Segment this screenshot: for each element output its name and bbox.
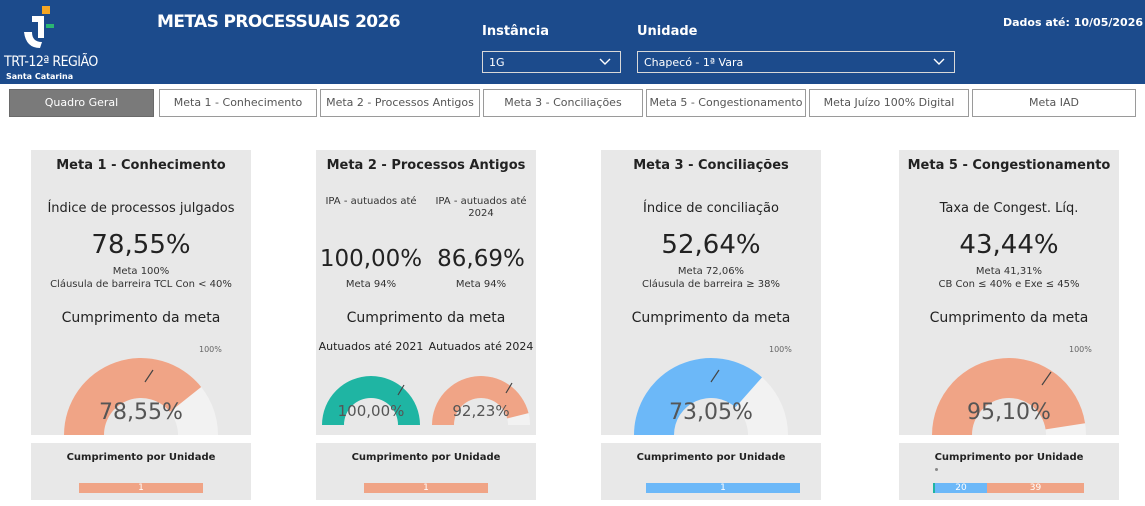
page-title: METAS PROCESSUAIS 2026: [157, 12, 401, 32]
card-meta-3: Meta 3 - Conciliações Índice de concilia…: [601, 150, 821, 435]
unit-bar-b[interactable]: 39: [987, 483, 1084, 493]
unit-dot: [935, 468, 938, 471]
kpi-clausula: Cláusula de barreira ≥ 38%: [642, 279, 780, 290]
kpi-value-right: 86,69%: [437, 246, 525, 272]
kpi-clausula: CB Con ≤ 40% e Exe ≤ 45%: [938, 279, 1080, 290]
card-title: Meta 3 - Conciliações: [633, 158, 789, 173]
kpi-meta-right: Meta 94%: [455, 279, 507, 290]
cumprimento-label: Cumprimento da meta: [631, 310, 791, 326]
ipa-left-label: IPA - autuados até: [325, 196, 417, 207]
gauge-right-label: Autuados até 2024: [428, 340, 534, 353]
kpi-value: 78,55%: [91, 230, 191, 260]
chevron-down-icon: [933, 58, 945, 65]
gauge-chart-right: [432, 376, 530, 425]
gauge-value-right: 92,23%: [452, 402, 510, 420]
logo-text: TRT-12ª REGIÃO: [4, 54, 98, 70]
ipa-right-label-line1: IPA - autuados até: [435, 196, 527, 207]
kpi-value: 43,44%: [959, 230, 1059, 260]
ipa-right-label-line2: 2024: [468, 208, 494, 219]
gauge-left-label: Autuados até 2021: [318, 340, 424, 353]
kpi-meta-left: Meta 94%: [345, 279, 397, 290]
kpi-value-left: 100,00%: [319, 246, 423, 272]
kpi-meta: Meta 100%: [112, 266, 170, 277]
unit-card-meta-3: Cumprimento por Unidade 1: [601, 443, 821, 500]
ipa-right-label: IPA - autuados até 2024: [426, 196, 536, 220]
instancia-value: 1G: [489, 56, 505, 69]
card-subtitle: Taxa de Congest. Líq.: [939, 201, 1079, 216]
cumprimento-label: Cumprimento da meta: [346, 310, 506, 326]
card-subtitle: Índice de conciliação: [643, 201, 779, 216]
gauge-chart-left: [322, 376, 420, 425]
card-meta-2: Meta 2 - Processos Antigos IPA - autuado…: [316, 150, 536, 435]
kpi-clausula: Cláusula de barreira TCL Con < 40%: [50, 279, 232, 290]
gauge-value: 95,10%: [967, 400, 1051, 425]
tab-meta-5[interactable]: Meta 5 - Congestionamento: [646, 89, 806, 117]
gauge-value: 78,55%: [99, 400, 183, 425]
trt-logo: TRT-12ª REGIÃO Santa Catarina: [2, 4, 132, 81]
unit-card-title: Cumprimento por Unidade: [934, 452, 1084, 463]
unit-bar-a[interactable]: 20: [935, 483, 987, 493]
tab-quadro-geral[interactable]: Quadro Geral: [9, 89, 154, 117]
tab-meta-juizo-digital[interactable]: Meta Juízo 100% Digital: [809, 89, 969, 117]
unidade-value: Chapecó - 1ª Vara: [644, 56, 744, 69]
unit-bar[interactable]: 1: [646, 483, 800, 493]
kpi-meta: Meta 41,31%: [975, 266, 1043, 277]
tab-meta-3[interactable]: Meta 3 - Conciliações: [483, 89, 643, 117]
tab-meta-iad[interactable]: Meta IAD: [972, 89, 1136, 117]
unit-card-meta-1: Cumprimento por Unidade 1: [31, 443, 251, 500]
gauge-target-label: 100%: [1069, 345, 1092, 354]
unit-card-title: Cumprimento por Unidade: [351, 452, 501, 463]
unit-card-title: Cumprimento por Unidade: [636, 452, 786, 463]
unidade-select[interactable]: Chapecó - 1ª Vara: [637, 51, 955, 73]
card-subtitle: Índice de processos julgados: [47, 201, 235, 216]
cumprimento-label: Cumprimento da meta: [61, 310, 221, 326]
kpi-meta: Meta 72,06%: [677, 266, 745, 277]
chevron-down-icon: [599, 58, 611, 65]
header-bar: TRT-12ª REGIÃO Santa Catarina METAS PROC…: [0, 0, 1145, 84]
data-ate: Dados até: 10/05/2026: [1003, 16, 1143, 29]
trt-logo-icon: [24, 6, 54, 48]
card-meta-1: Meta 1 - Conhecimento Índice de processo…: [31, 150, 251, 435]
gauge-target-label: 100%: [199, 345, 222, 354]
card-title: Meta 1 - Conhecimento: [56, 158, 226, 173]
instancia-select[interactable]: 1G: [482, 51, 621, 73]
unit-bar[interactable]: 1: [364, 483, 488, 493]
logo-subtitle: Santa Catarina: [6, 72, 74, 81]
unit-card-title: Cumprimento por Unidade: [66, 452, 216, 463]
unidade-label: Unidade: [637, 24, 698, 39]
card-title: Meta 2 - Processos Antigos: [326, 158, 526, 173]
card-title: Meta 5 - Congestionamento: [907, 158, 1111, 173]
gauge-target-label: 100%: [769, 345, 792, 354]
kpi-value: 52,64%: [661, 230, 761, 260]
tab-meta-1[interactable]: Meta 1 - Conhecimento: [159, 89, 317, 117]
unit-card-meta-2: Cumprimento por Unidade 1: [316, 443, 536, 500]
instancia-label: Instância: [482, 24, 550, 39]
gauge-value-left: 100,00%: [337, 402, 405, 420]
cumprimento-label: Cumprimento da meta: [929, 310, 1089, 326]
tab-meta-2[interactable]: Meta 2 - Processos Antigos: [320, 89, 480, 117]
unit-card-meta-5: Cumprimento por Unidade 20 39: [899, 443, 1119, 500]
card-meta-5: Meta 5 - Congestionamento Taxa de Conges…: [899, 150, 1119, 435]
unit-bar[interactable]: 1: [79, 483, 203, 493]
gauge-value: 73,05%: [669, 400, 753, 425]
